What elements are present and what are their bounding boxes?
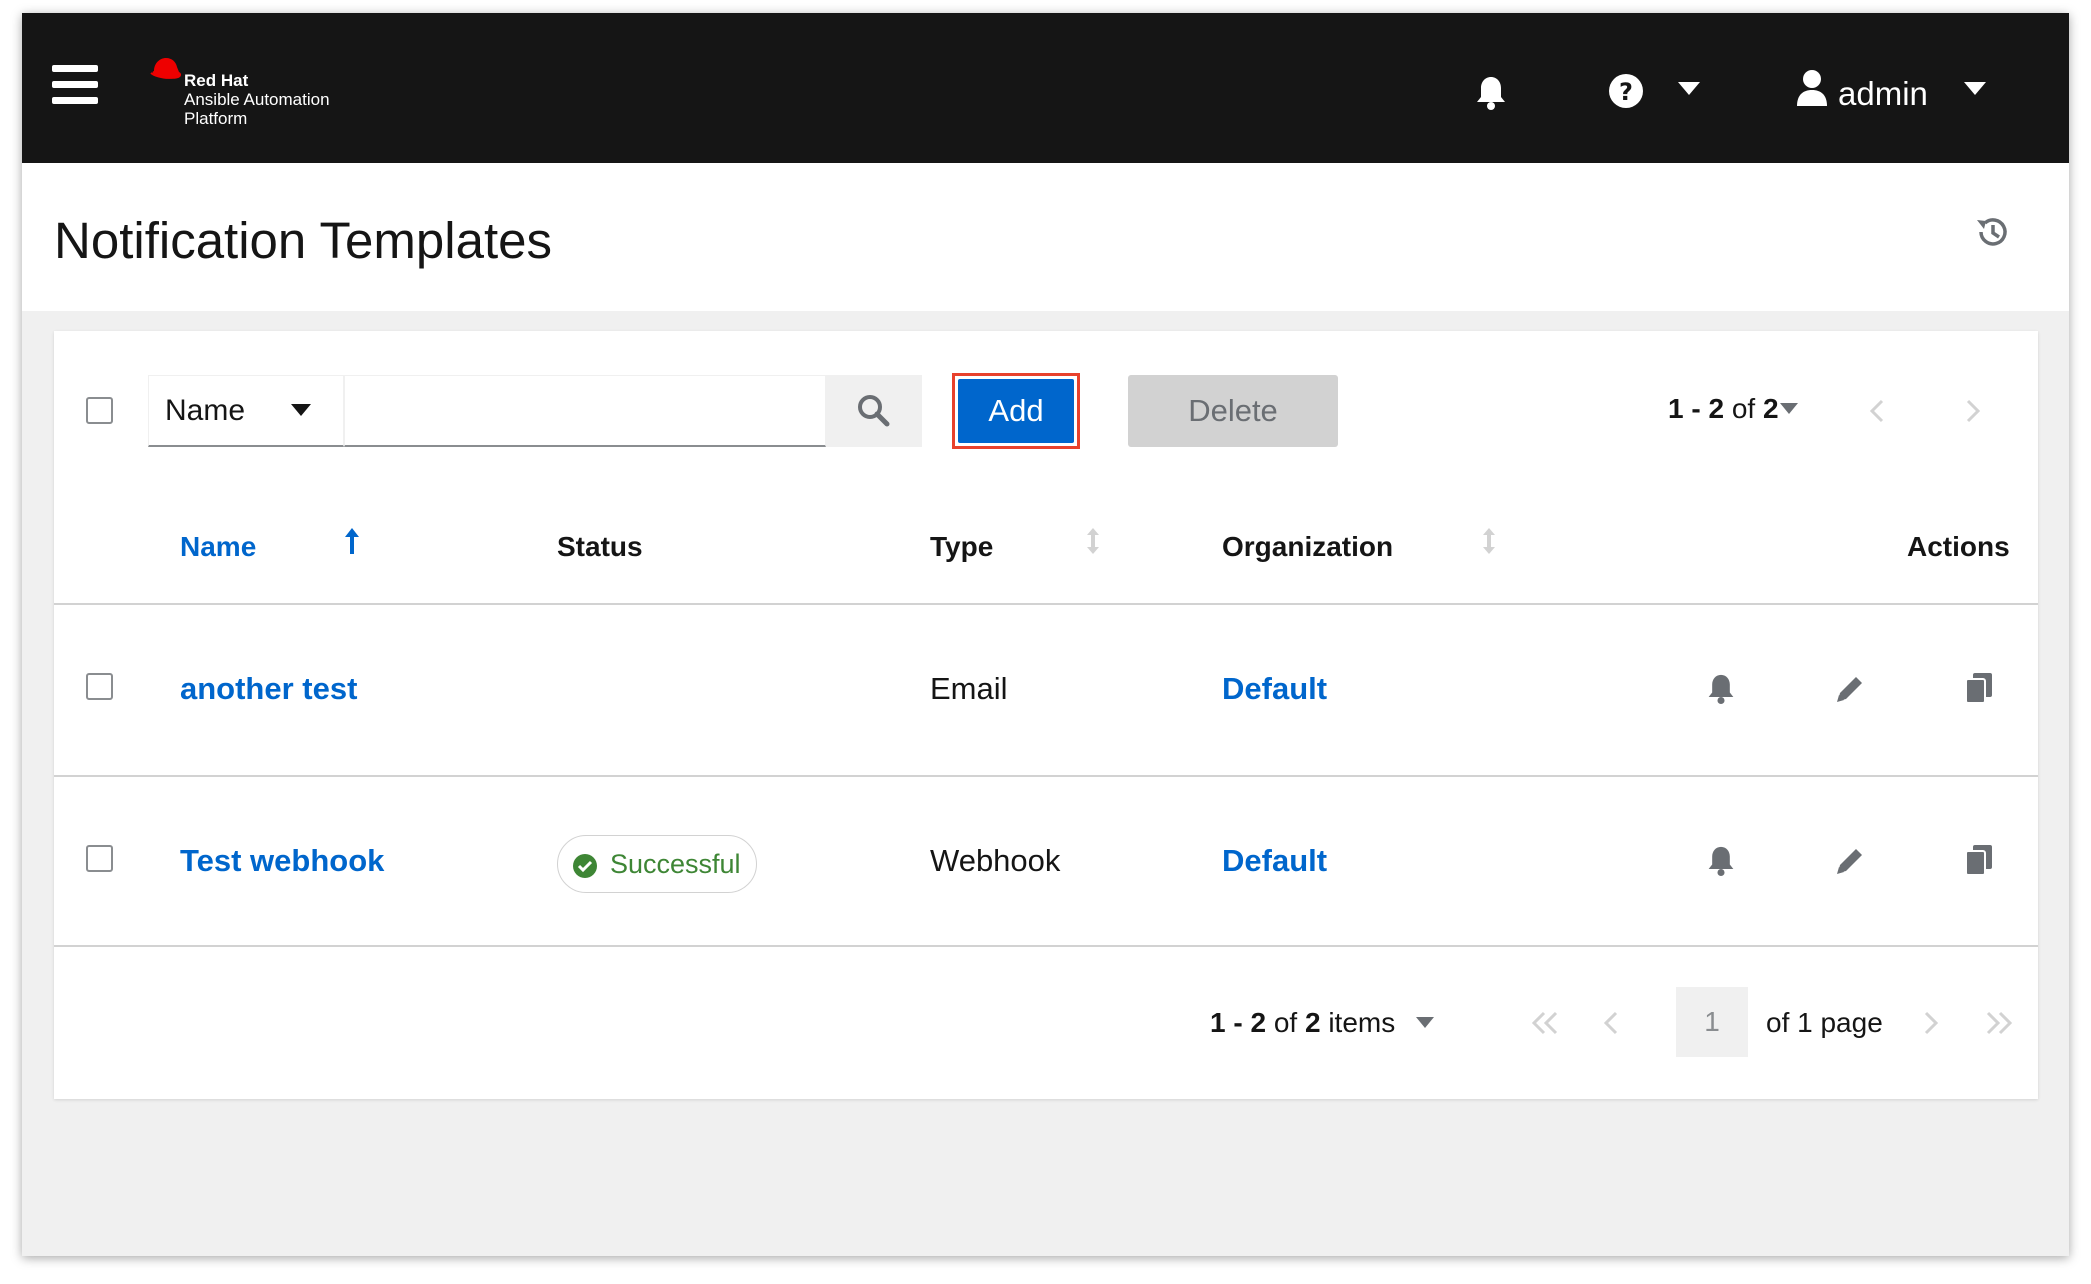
caret-down-icon [291,404,311,416]
add-button-highlight: Add [952,373,1080,449]
pagination-toggle-bottom[interactable]: 1 - 2 of 2 items [1210,1007,1395,1039]
bell-icon[interactable] [1474,75,1508,111]
edit-pencil-icon[interactable] [1834,673,1866,705]
app-window: Red Hat Ansible Automation Platform ? ad… [22,13,2069,1256]
user-menu-caret-icon[interactable] [1964,82,1986,96]
search-icon [858,395,890,427]
column-header-status: Status [557,531,643,562]
svg-text:?: ? [1619,78,1633,106]
brand-line-2: Ansible Automation [184,90,330,109]
templates-card: Name Add Delete 1 - 2 of 2 Name Status T… [54,331,2038,1099]
row-type: Email [930,671,1008,706]
edit-pencil-icon[interactable] [1834,845,1866,877]
pager-total: 2 [1762,393,1779,424]
hamburger-icon[interactable] [52,65,98,105]
page-title: Notification Templates [54,212,552,269]
column-header-actions: Actions [1907,531,2010,562]
previous-page-icon[interactable] [1604,1011,1618,1035]
first-page-icon[interactable] [1532,1011,1560,1035]
pagination-toggle-top[interactable]: 1 - 2 of 2 [1668,393,1779,425]
pager-of: of [1731,393,1756,424]
column-header-organization[interactable]: Organization [1222,531,1393,563]
pager-items-label: items [1328,1007,1396,1038]
row-checkbox[interactable] [86,845,113,872]
row-checkbox[interactable] [86,673,113,700]
caret-down-icon[interactable] [1678,82,1700,96]
status-label: Successful [610,849,741,879]
current-page-input[interactable] [1676,987,1748,1057]
copy-icon[interactable] [1964,843,1994,877]
toolbar: Name Add Delete 1 - 2 of 2 [54,331,2038,491]
next-page-icon[interactable] [1966,399,1980,423]
status-badge: Successful [557,835,757,893]
row-organization-link[interactable]: Default [1222,843,1327,879]
pager-total: 2 [1304,1007,1321,1038]
delete-button[interactable]: Delete [1128,375,1338,447]
filter-select-label: Name [165,394,246,427]
row-type: Webhook [930,843,1061,878]
page-header: Notification Templates [22,163,2069,311]
row-divider [54,775,2038,777]
brand-line-3: Platform [184,109,248,128]
pager-range: 1 - 2 [1668,393,1725,424]
select-all-checkbox[interactable] [86,397,113,424]
check-circle-icon [573,854,597,878]
brand-line-1: Red Hat [184,71,249,90]
pager-of: of [1273,1007,1298,1038]
previous-page-icon[interactable] [1870,399,1884,423]
of-pages-label: of 1 page [1766,1007,1883,1038]
caret-down-icon[interactable] [1416,1017,1434,1028]
caret-down-icon[interactable] [1780,403,1798,414]
sort-icon[interactable] [1482,527,1496,555]
copy-icon[interactable] [1964,671,1994,705]
masthead: Red Hat Ansible Automation Platform ? ad… [22,13,2069,163]
row-name-link[interactable]: Test webhook [180,843,384,879]
test-notification-bell-icon[interactable] [1706,845,1736,877]
sort-icon[interactable] [1086,527,1100,555]
user-icon[interactable] [1796,69,1828,107]
help-icon[interactable]: ? [1608,73,1644,109]
sort-ascending-icon[interactable] [344,527,360,555]
row-divider [54,945,2038,947]
filter-select[interactable]: Name [148,375,344,447]
test-notification-bell-icon[interactable] [1706,673,1736,705]
add-button[interactable]: Add [958,379,1074,443]
search-input[interactable] [344,375,826,447]
history-icon[interactable] [1973,213,2011,251]
user-name[interactable]: admin [1838,75,1928,113]
next-page-icon[interactable] [1924,1011,1938,1035]
brand-logo[interactable]: Red Hat Ansible Automation Platform [148,55,388,128]
pager-range: 1 - 2 [1210,1007,1267,1038]
header-divider [54,603,2038,605]
redhat-logo [150,58,182,79]
column-header-name[interactable]: Name [180,531,256,563]
last-page-icon[interactable] [1984,1011,2012,1035]
search-button[interactable] [826,375,922,447]
row-organization-link[interactable]: Default [1222,671,1327,707]
column-header-type[interactable]: Type [930,531,993,563]
row-name-link[interactable]: another test [180,671,357,707]
